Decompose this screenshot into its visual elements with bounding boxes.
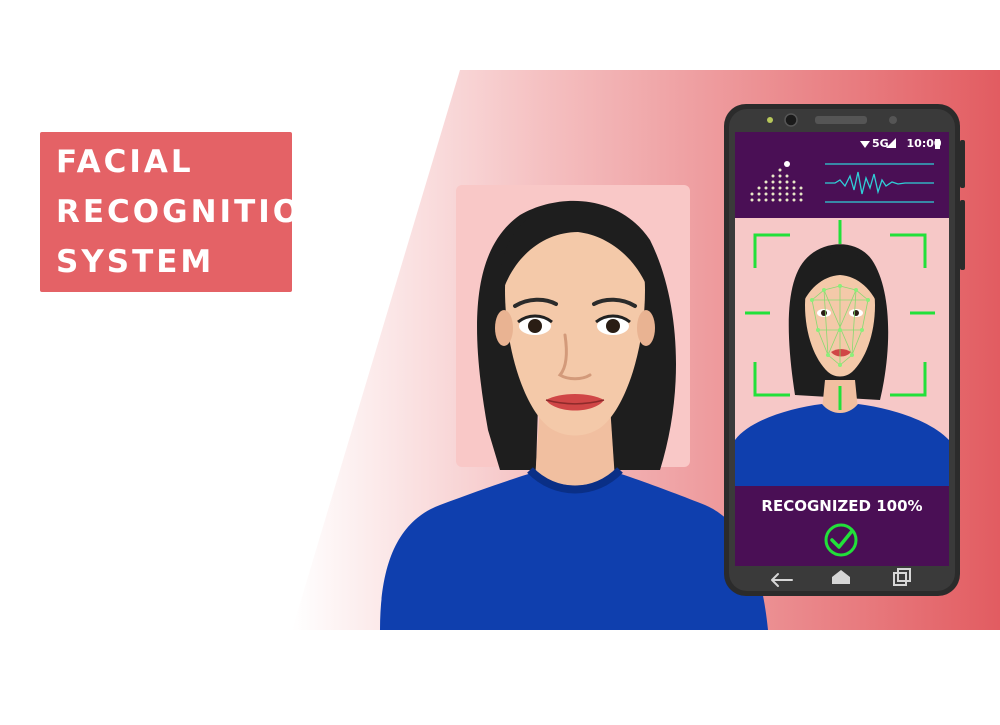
title-line-2: RECOGNITION — [56, 194, 332, 230]
status-bar: 5G 10:00 — [858, 137, 942, 150]
phone-side-button — [960, 140, 965, 188]
front-camera — [784, 113, 798, 127]
right-ear — [637, 310, 655, 346]
facial-recognition-illustration: FACIAL RECOGNITION SYSTEM 5G 10:00 RECOG… — [0, 0, 1000, 725]
title-card: FACIAL RECOGNITION SYSTEM — [40, 132, 332, 292]
illustration-canvas — [292, 70, 1000, 630]
left-ear — [495, 310, 513, 346]
title-line-3: SYSTEM — [56, 244, 215, 280]
title-line-1: FACIAL — [56, 144, 194, 180]
speaker-grille — [815, 116, 867, 124]
left-iris — [528, 319, 542, 333]
network-label: 5G — [872, 137, 889, 150]
smartphone — [724, 104, 965, 596]
status-time: 10:00 — [906, 137, 942, 150]
right-iris — [606, 319, 620, 333]
recognition-result-label: RECOGNIZED 100% — [761, 497, 923, 515]
